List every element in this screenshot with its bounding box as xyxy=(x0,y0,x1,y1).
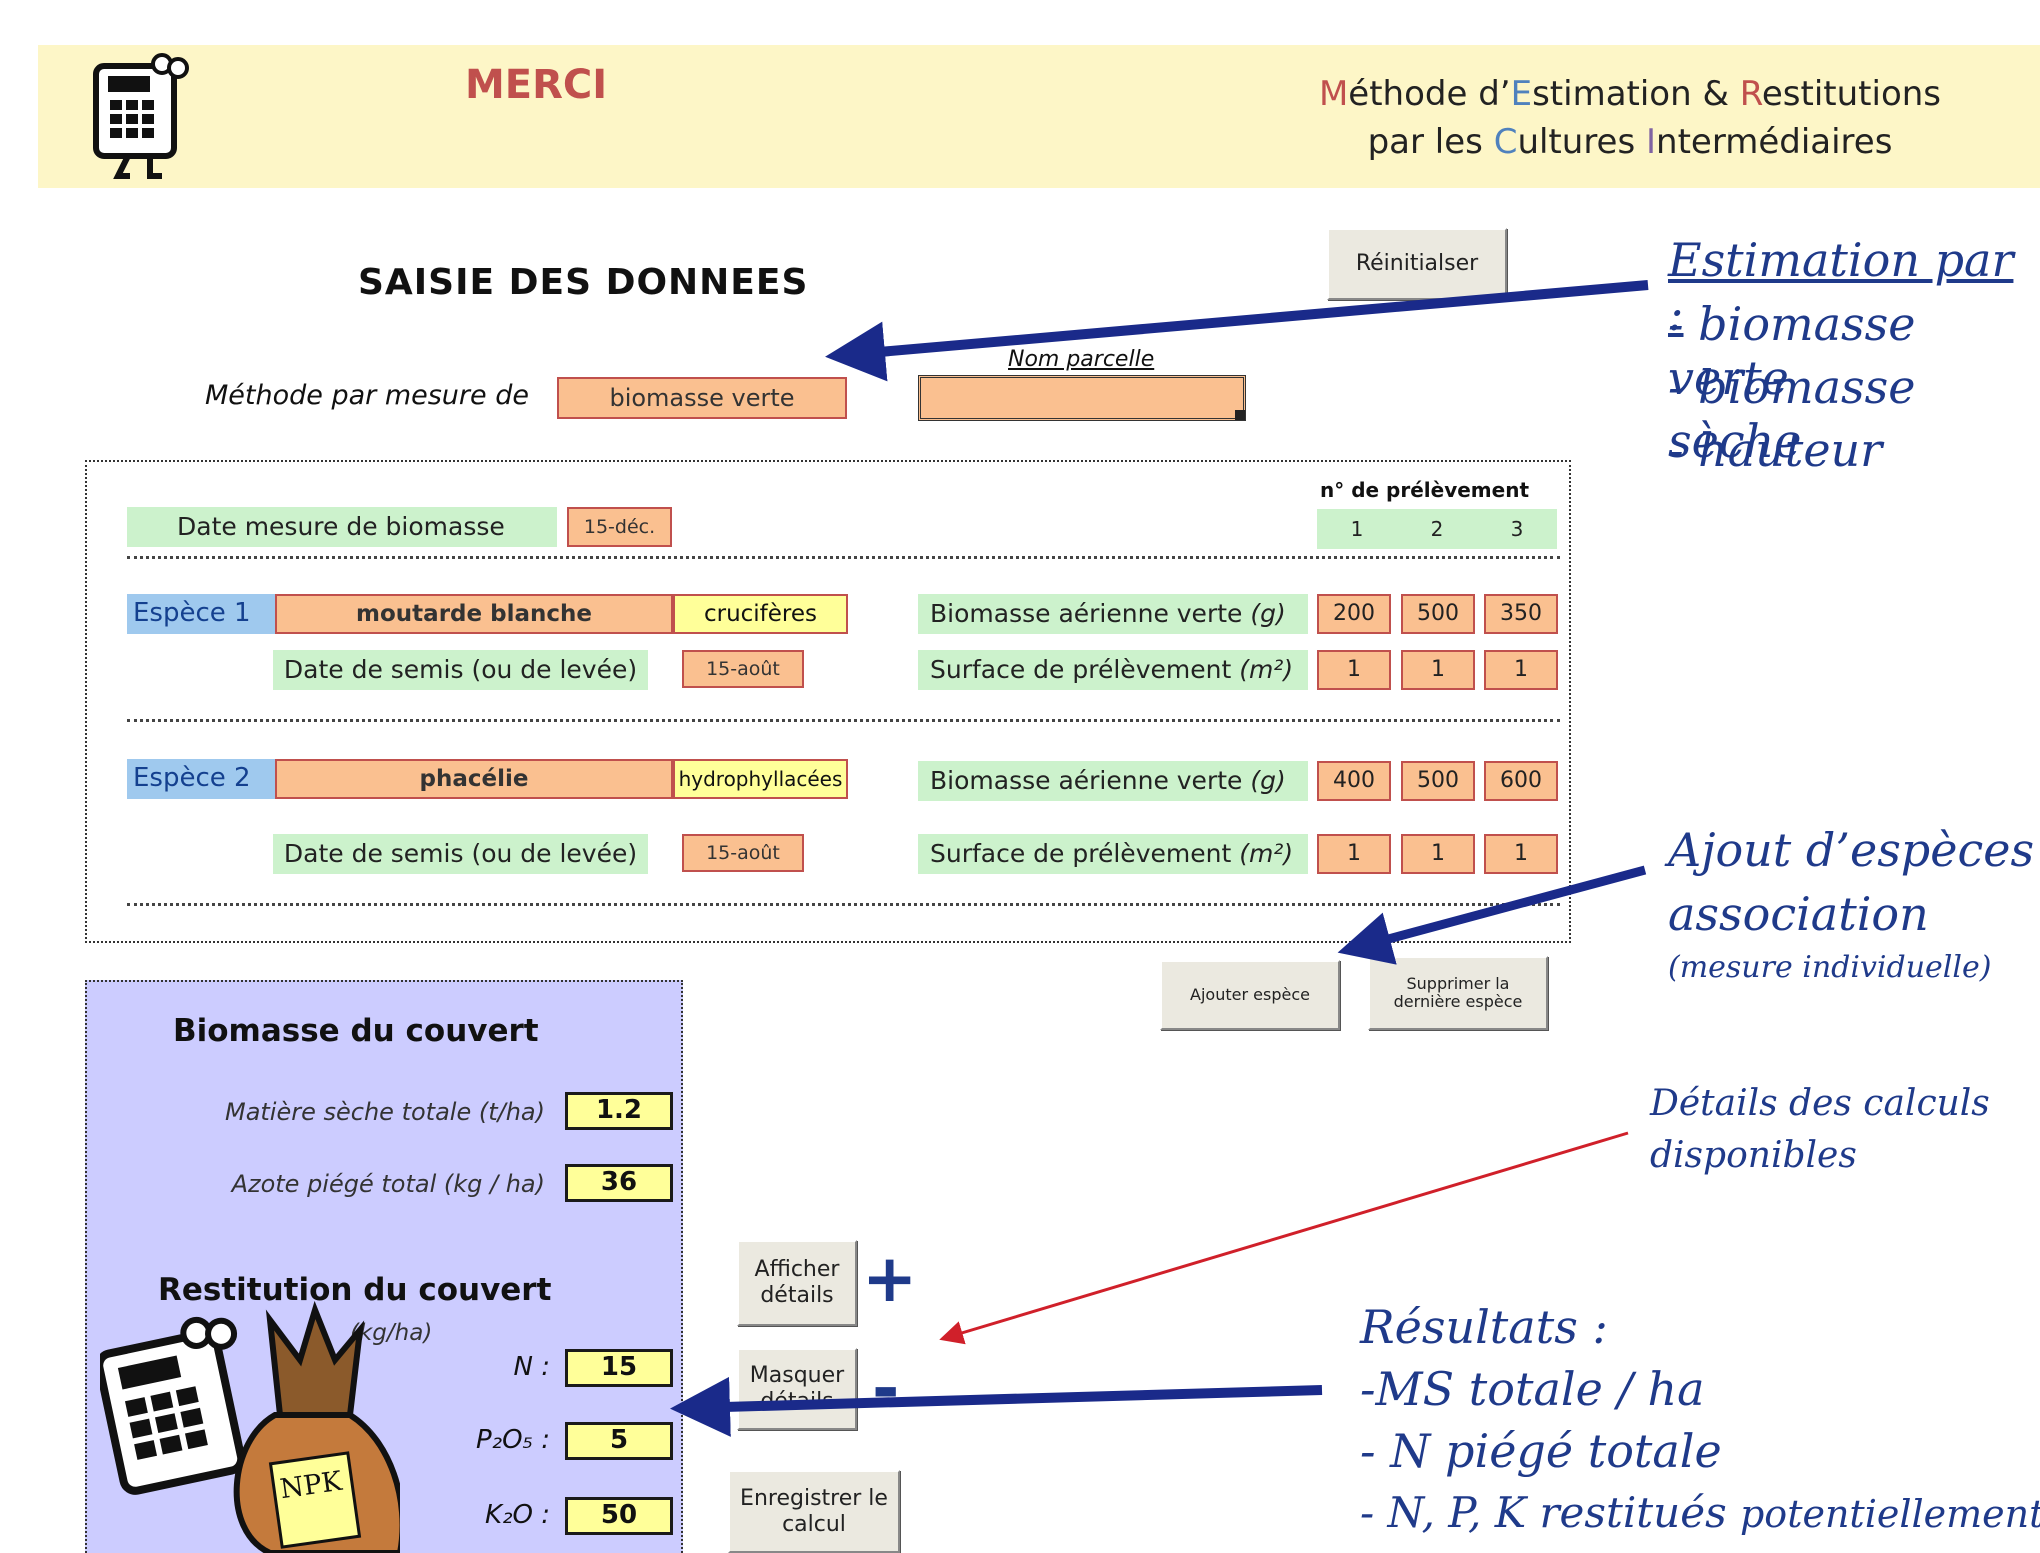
arrow-results xyxy=(670,1376,1323,1437)
annotation-arrows xyxy=(670,280,1649,1437)
arrow-add-species xyxy=(1337,865,1647,965)
arrow-method xyxy=(825,280,1649,382)
arrow-details xyxy=(939,1131,1629,1345)
